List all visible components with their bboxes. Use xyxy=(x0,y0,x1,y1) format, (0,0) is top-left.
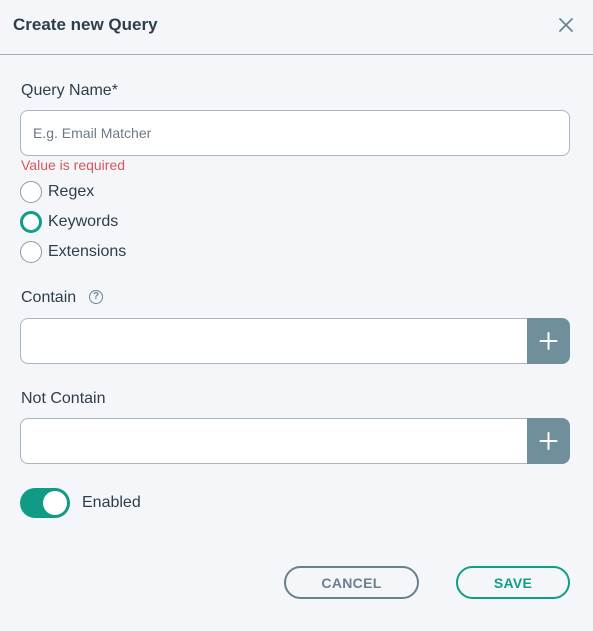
radio-button-selected[interactable] xyxy=(20,211,42,233)
plus-icon xyxy=(539,332,558,350)
radio-label: Keywords xyxy=(48,213,119,230)
contain-label: Contain xyxy=(21,289,77,306)
dialog-header: Create new Query xyxy=(0,0,593,55)
plus-icon xyxy=(539,432,558,450)
not-contain-add-button[interactable] xyxy=(527,418,570,464)
query-name-input[interactable] xyxy=(20,110,570,156)
create-query-dialog: Create new Query Query Name* Value is re… xyxy=(0,0,593,631)
radio-extensions[interactable]: Extensions xyxy=(20,241,126,263)
radio-label: Extensions xyxy=(48,243,127,260)
enabled-label: Enabled xyxy=(82,494,141,511)
radio-regex[interactable]: Regex xyxy=(20,181,94,203)
help-circle-icon[interactable]: ? xyxy=(89,290,103,304)
contain-input-group xyxy=(20,318,570,364)
close-icon[interactable] xyxy=(556,15,576,35)
dialog-title: Create new Query xyxy=(13,15,158,34)
radio-label: Regex xyxy=(48,183,95,200)
not-contain-label: Not Contain xyxy=(21,390,106,407)
toggle-knob xyxy=(43,491,67,515)
enabled-toggle[interactable] xyxy=(20,488,70,518)
query-name-error: Value is required xyxy=(21,157,126,173)
radio-button[interactable] xyxy=(20,181,42,203)
cancel-button[interactable]: CANCEL xyxy=(284,566,419,599)
not-contain-input-group xyxy=(20,418,570,464)
save-button[interactable]: SAVE xyxy=(456,566,570,599)
contain-input[interactable] xyxy=(20,318,528,364)
contain-add-button[interactable] xyxy=(527,318,570,364)
radio-keywords[interactable]: Keywords xyxy=(20,211,118,233)
query-name-label: Query Name* xyxy=(21,82,118,99)
not-contain-input[interactable] xyxy=(20,418,528,464)
radio-button[interactable] xyxy=(20,241,42,263)
